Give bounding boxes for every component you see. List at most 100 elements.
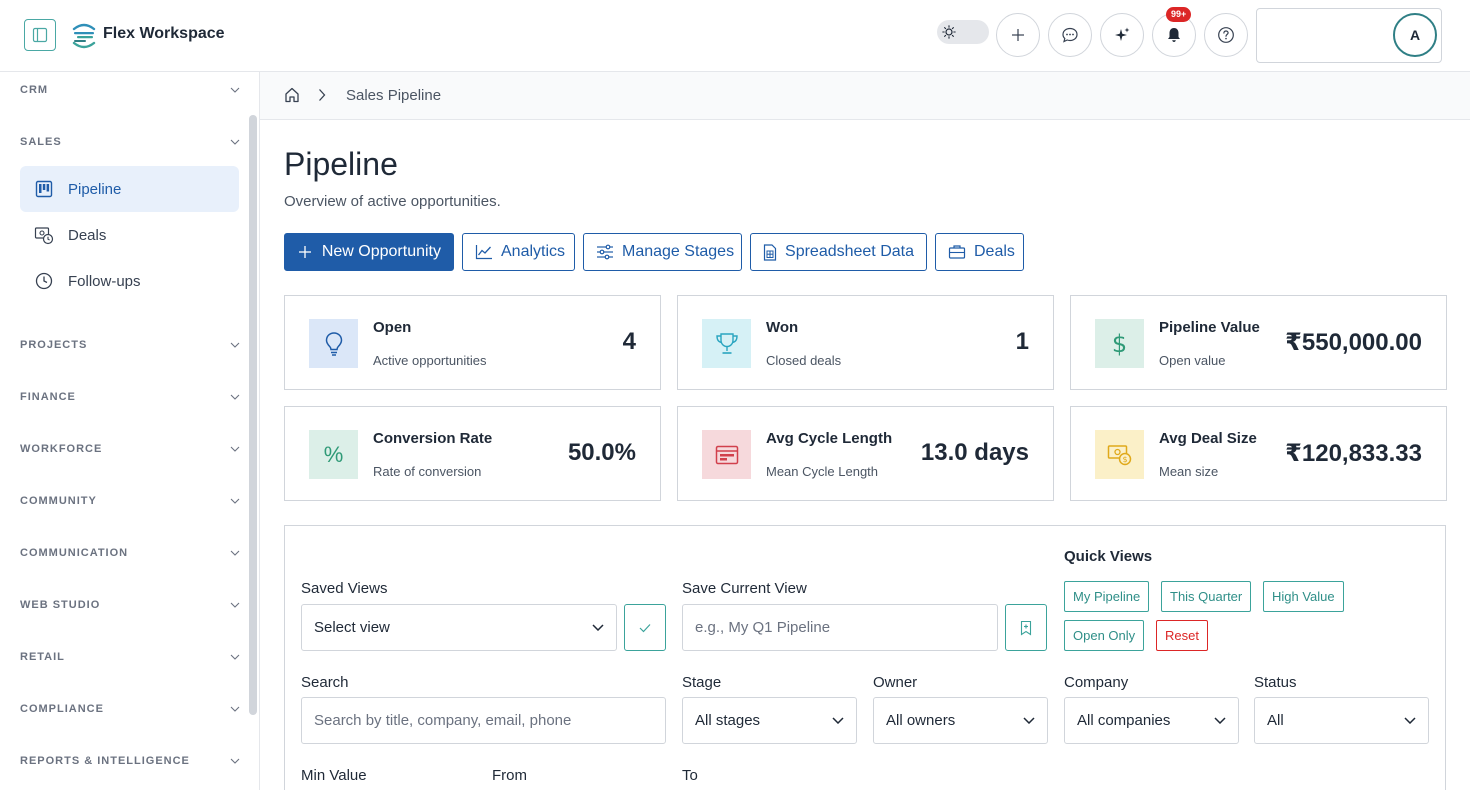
chevron-down-icon bbox=[1023, 717, 1035, 724]
pipeline-icon bbox=[34, 179, 54, 199]
spreadsheet-data-label: Spreadsheet Data bbox=[785, 243, 914, 260]
owner-value: All owners bbox=[886, 712, 956, 729]
chevron-down-icon bbox=[230, 550, 240, 556]
chevron-down-icon bbox=[1404, 717, 1416, 724]
stat-card-open: Open Active opportunities 4 bbox=[284, 295, 661, 390]
quick-view-open-only[interactable]: Open Only bbox=[1064, 620, 1145, 651]
percent-icon: % bbox=[309, 430, 358, 479]
lightbulb-icon bbox=[309, 319, 358, 368]
analytics-label: Analytics bbox=[501, 243, 566, 260]
section-label: CRM bbox=[20, 84, 49, 96]
sidebar-section-communication[interactable]: COMMUNICATION bbox=[20, 543, 240, 563]
sidebar-item-followups[interactable]: Follow-ups bbox=[20, 258, 239, 304]
chevron-right-icon bbox=[319, 89, 326, 101]
status-value: All bbox=[1267, 712, 1284, 729]
add-button[interactable] bbox=[996, 13, 1040, 57]
stage-label: Stage bbox=[682, 674, 722, 691]
sidebar-section-community[interactable]: COMMUNITY bbox=[20, 491, 240, 511]
quick-view-this-quarter[interactable]: This Quarter bbox=[1161, 581, 1252, 612]
app-title: Flex Workspace bbox=[103, 25, 225, 42]
notification-badge: 99+ bbox=[1166, 7, 1192, 22]
briefcase-icon bbox=[948, 243, 966, 261]
saved-views-value: Select view bbox=[314, 619, 390, 636]
search-label: Search bbox=[301, 674, 349, 691]
stat-card-avg-cycle: Avg Cycle Length Mean Cycle Length 13.0 … bbox=[677, 406, 1054, 501]
help-button[interactable] bbox=[1204, 13, 1248, 57]
sidebar-item-deals[interactable]: Deals bbox=[20, 212, 239, 258]
saved-views-label: Saved Views bbox=[301, 580, 388, 597]
sidebar-section-reports[interactable]: REPORTS & INTELLIGENCE bbox=[20, 751, 240, 771]
spreadsheet-data-button[interactable]: Spreadsheet Data bbox=[750, 233, 927, 271]
chevron-down-icon bbox=[592, 624, 604, 631]
chevron-down-icon bbox=[1214, 717, 1226, 724]
sidebar-section-web-studio[interactable]: WEB STUDIO bbox=[20, 595, 240, 615]
check-icon bbox=[639, 623, 651, 632]
status-select[interactable]: All bbox=[1254, 697, 1429, 744]
search-input[interactable]: Search by title, company, email, phone bbox=[301, 697, 666, 744]
chat-icon bbox=[1062, 27, 1078, 43]
stage-select[interactable]: All stages bbox=[682, 697, 857, 744]
page-title: Pipeline bbox=[284, 146, 398, 182]
quick-view-reset[interactable]: Reset bbox=[1156, 620, 1208, 651]
sidebar-scrollbar[interactable] bbox=[249, 115, 257, 715]
stat-title: Avg Deal Size bbox=[1159, 430, 1257, 447]
chevron-down-icon bbox=[832, 717, 844, 724]
from-date-label: From bbox=[492, 767, 527, 784]
analytics-button[interactable]: Analytics bbox=[462, 233, 575, 271]
spreadsheet-icon bbox=[763, 243, 777, 261]
deals-button[interactable]: Deals bbox=[935, 233, 1024, 271]
save-view-placeholder: e.g., My Q1 Pipeline bbox=[695, 619, 831, 636]
stat-value: 50.0% bbox=[567, 439, 636, 466]
quick-view-my-pipeline[interactable]: My Pipeline bbox=[1064, 581, 1150, 612]
section-label: REPORTS & INTELLIGENCE bbox=[20, 755, 190, 767]
saved-views-select[interactable]: Select view bbox=[301, 604, 617, 651]
save-view-name-input[interactable]: e.g., My Q1 Pipeline bbox=[682, 604, 998, 651]
bookmark-add-icon bbox=[1020, 620, 1032, 636]
calendar-card-icon bbox=[702, 430, 751, 479]
ai-assistant-button[interactable] bbox=[1100, 13, 1144, 57]
new-opportunity-button[interactable]: New Opportunity bbox=[284, 233, 454, 271]
stat-value: 13.0 days bbox=[920, 439, 1029, 466]
sidebar-section-compliance[interactable]: COMPLIANCE bbox=[20, 699, 240, 719]
sun-icon bbox=[942, 25, 956, 39]
sidebar-section-sales[interactable]: SALES bbox=[20, 132, 240, 152]
section-label: RETAIL bbox=[20, 651, 65, 663]
chevron-down-icon bbox=[230, 498, 240, 504]
theme-toggle[interactable] bbox=[937, 20, 989, 44]
chat-button[interactable] bbox=[1048, 13, 1092, 57]
sidebar-section-retail[interactable]: RETAIL bbox=[20, 647, 240, 667]
company-select[interactable]: All companies bbox=[1064, 697, 1239, 744]
sidebar-section-finance[interactable]: FINANCE bbox=[20, 387, 240, 407]
section-label: SALES bbox=[20, 136, 62, 148]
chevron-down-icon bbox=[230, 87, 240, 93]
home-icon[interactable] bbox=[284, 86, 300, 104]
quick-view-high-value[interactable]: High Value bbox=[1263, 581, 1344, 612]
plus-icon bbox=[1012, 29, 1024, 41]
breadcrumb bbox=[260, 72, 1470, 120]
sidebar-section-projects[interactable]: PROJECTS bbox=[20, 335, 240, 355]
stat-card-won: Won Closed deals 1 bbox=[677, 295, 1054, 390]
trophy-icon bbox=[702, 319, 751, 368]
owner-select[interactable]: All owners bbox=[873, 697, 1048, 744]
filter-panel bbox=[284, 525, 1446, 790]
section-label: WEB STUDIO bbox=[20, 599, 101, 611]
quick-views-title: Quick Views bbox=[1064, 548, 1153, 565]
sidebar-item-pipeline[interactable]: Pipeline bbox=[20, 166, 239, 212]
sidebar-section-workforce[interactable]: WORKFORCE bbox=[20, 439, 240, 459]
sidebar-item-label: Pipeline bbox=[68, 180, 122, 198]
stat-subtitle: Open value bbox=[1159, 353, 1226, 368]
breadcrumb-current: Sales Pipeline bbox=[346, 87, 442, 104]
deals-button-label: Deals bbox=[974, 243, 1015, 260]
sparkle-icon bbox=[1115, 27, 1130, 41]
stat-card-pipeline-value: $ Pipeline Value Open value ₹550,000.00 bbox=[1070, 295, 1447, 390]
save-view-button[interactable] bbox=[1005, 604, 1047, 651]
theme-toggle-knob bbox=[939, 22, 959, 42]
sidebar-toggle-button[interactable] bbox=[24, 19, 56, 51]
sidebar-section-crm[interactable]: CRM bbox=[20, 80, 240, 100]
manage-stages-button[interactable]: Manage Stages bbox=[583, 233, 742, 271]
stat-value: ₹120,833.33 bbox=[1285, 440, 1422, 467]
stat-subtitle: Active opportunities bbox=[373, 353, 487, 368]
avatar[interactable]: A bbox=[1393, 13, 1437, 57]
stat-subtitle: Rate of conversion bbox=[373, 464, 482, 479]
apply-view-button[interactable] bbox=[624, 604, 666, 651]
